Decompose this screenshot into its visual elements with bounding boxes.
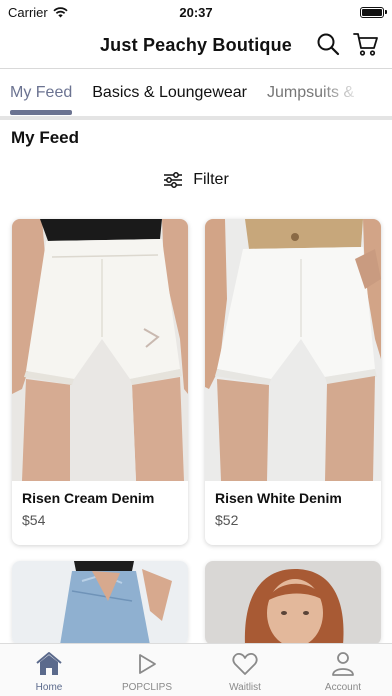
- app-header: Just Peachy Boutique: [0, 24, 392, 66]
- nav-label: Account: [324, 682, 362, 693]
- product-card[interactable]: Risen White Denim $52: [205, 219, 381, 545]
- person-icon: [331, 650, 355, 678]
- page-title: My Feed: [11, 128, 80, 147]
- nav-waitlist[interactable]: Waitlist: [196, 644, 294, 696]
- product-price: $54: [22, 512, 46, 528]
- nav-account[interactable]: Account: [294, 644, 392, 696]
- filter-button[interactable]: Filter: [0, 168, 392, 192]
- product-name: Risen Cream Denim: [22, 490, 155, 506]
- tab-jumpsuits[interactable]: Jumpsuits &: [257, 69, 364, 116]
- wifi-icon: [53, 6, 68, 17]
- tab-basics-loungewear[interactable]: Basics & Loungewear: [82, 69, 257, 116]
- nav-label: Home: [35, 682, 63, 693]
- battery-icon: [360, 6, 387, 18]
- sliders-icon: [164, 172, 183, 188]
- product-grid: Risen Cream Denim $54 Risen White Denim …: [12, 219, 381, 645]
- product-image: [205, 561, 381, 645]
- cart-icon: [353, 33, 378, 56]
- heart-icon: [232, 650, 258, 678]
- tab-my-feed[interactable]: My Feed: [0, 69, 82, 116]
- product-info: Risen White Denim $52: [205, 481, 381, 545]
- search-button[interactable]: [314, 30, 342, 58]
- tabs-scroller[interactable]: My Feed Basics & Loungewear Jumpsuits &: [0, 69, 392, 116]
- tabs-divider: [0, 116, 392, 120]
- product-image: [205, 219, 381, 481]
- nav-label: POPCLIPS: [121, 682, 173, 693]
- tab-label: Jumpsuits &: [267, 83, 355, 101]
- battery-level: [362, 8, 382, 16]
- tab-label: My Feed: [10, 83, 73, 101]
- nav-label: Waitlist: [229, 682, 261, 693]
- product-card[interactable]: [205, 561, 381, 645]
- cart-button[interactable]: [352, 30, 380, 58]
- status-bar: Carrier 20:37: [0, 0, 392, 24]
- search-icon: [317, 33, 340, 56]
- carrier-label: Carrier: [8, 4, 48, 20]
- category-tabs: My Feed Basics & Loungewear Jumpsuits &: [0, 68, 392, 116]
- product-price: $52: [215, 512, 239, 528]
- product-card[interactable]: [12, 561, 188, 645]
- play-icon: [135, 650, 159, 678]
- nav-home[interactable]: Home: [0, 644, 98, 696]
- product-image: [12, 561, 188, 645]
- status-left: Carrier: [8, 5, 68, 20]
- bottom-tab-bar: Home POPCLIPS Waitlist Account: [0, 643, 392, 696]
- product-name: Risen White Denim: [215, 490, 342, 506]
- product-card[interactable]: Risen Cream Denim $54: [12, 219, 188, 545]
- filter-label: Filter: [193, 171, 229, 188]
- nav-popclips[interactable]: POPCLIPS: [98, 644, 196, 696]
- product-image: [12, 219, 188, 481]
- product-info: Risen Cream Denim $54: [12, 481, 188, 545]
- home-icon: [35, 650, 63, 678]
- header-actions: [314, 30, 380, 58]
- tab-label: Basics & Loungewear: [92, 83, 248, 101]
